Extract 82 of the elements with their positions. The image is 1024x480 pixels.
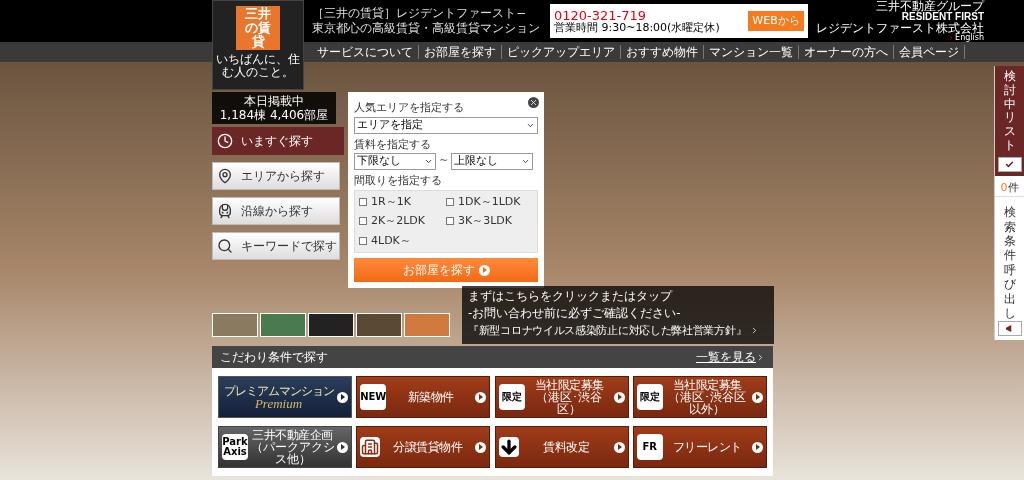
logo: 三井の賃貸 いちばんに、住む人のこと。	[212, 0, 304, 90]
search-icon	[217, 238, 233, 254]
play-icon	[751, 441, 763, 453]
thumbnail-photo[interactable]	[212, 313, 258, 337]
category-button[interactable]: FR フリーレント	[632, 426, 767, 468]
field-label: 賃料を指定する	[354, 136, 431, 153]
search-tab[interactable]: キーワードで探す	[212, 232, 340, 260]
search-tab[interactable]: 沿線から探す	[212, 197, 340, 225]
nav-link[interactable]: ピックアップエリア	[502, 45, 621, 59]
category-button[interactable]: 分譲賃貸物件	[356, 426, 491, 468]
nav-link[interactable]: おすすめ物件	[621, 45, 704, 59]
nav-link[interactable]: お部屋を探す	[419, 45, 502, 59]
badge: FR	[636, 434, 663, 460]
thumbnail-photo[interactable]	[404, 313, 450, 337]
category-button[interactable]: 限定 当社限定募集 （港区･渋谷区）	[494, 376, 629, 418]
layout-checkbox[interactable]: 2K～2LDK	[359, 213, 446, 230]
field-label: 間取りを指定する	[354, 173, 442, 189]
chevron-icon	[756, 352, 765, 362]
badge: 限定	[498, 384, 525, 410]
check-button[interactable]	[997, 156, 1022, 172]
play-icon	[337, 441, 348, 453]
play-icon	[475, 391, 487, 403]
category-button[interactable]: 限定 当社限定募集 （港区･渋谷区以外）	[632, 376, 767, 418]
min-rent-select[interactable]: 下限なし	[354, 153, 436, 170]
building-icon	[360, 437, 381, 457]
close-icon[interactable]	[528, 97, 539, 108]
category-button[interactable]: NEW 新築物件	[356, 376, 491, 418]
play-icon	[478, 264, 490, 276]
english-link[interactable]: English	[947, 34, 984, 42]
notice-banner[interactable]: まずはこちらをクリックまたはタップ -お問い合わせ前に必ずご確認ください- 『新型コロナウイルス感染防止に対応した弊社営業方針』	[462, 286, 774, 344]
badge: 限定	[636, 384, 663, 410]
view-all-link[interactable]: 一覧を見る	[696, 348, 765, 366]
nav-link[interactable]: オーナーの方へ	[799, 45, 894, 59]
play-icon	[337, 391, 348, 403]
saved-list-title: 検討中リスト	[1003, 70, 1016, 153]
business-hours: 営業時間 9:30~18:00(水曜定休)	[554, 22, 721, 33]
play-icon	[613, 391, 625, 403]
layout-checkbox[interactable]: 1R～1K	[359, 193, 446, 210]
clock-icon	[217, 133, 233, 149]
field-label: 人気エリアを指定する	[354, 100, 464, 116]
thumbnail-photo[interactable]	[260, 313, 306, 337]
nav-link[interactable]: サービスについて	[312, 45, 419, 59]
badge: Park Axis	[222, 434, 248, 460]
notice-link[interactable]: 『新型コロナウイルス感染防止に対応した弊社営業方針』	[468, 322, 747, 339]
brand-subtitle: レジデントファースト株式会社	[816, 22, 984, 34]
nav-link[interactable]: マンション一覧	[704, 45, 799, 59]
layout-checkbox[interactable]: 1DK～1LDK	[446, 193, 533, 210]
brand-name: RESIDENT FIRST	[901, 12, 984, 22]
megaphone-button[interactable]	[997, 321, 1022, 336]
thumbnail-photo[interactable]	[308, 313, 354, 337]
range-separator: ~	[439, 153, 449, 170]
count-unit: 件	[1007, 179, 1019, 196]
notice-text: -お問い合わせ前に必ずご確認ください-	[468, 305, 682, 322]
megaphone-icon	[1005, 325, 1014, 332]
search-tab[interactable]: いますぐ探す	[212, 127, 344, 155]
train-icon	[217, 203, 233, 219]
tagline: ［三井の賃貸］レジデントファースト−	[312, 6, 528, 21]
pin-icon	[217, 168, 233, 184]
layout-checkbox[interactable]: 4LDK～	[359, 232, 446, 249]
caret-icon	[424, 157, 433, 166]
area-select[interactable]: エリアを指定	[354, 116, 538, 134]
tagline: 東京都心の高級賃貸・高級賃貸マンション	[312, 21, 541, 36]
notice-text: まずはこちらをクリックまたはタップ	[468, 288, 674, 305]
category-button[interactable]: 賃料改定	[494, 426, 629, 468]
brand-group: 三井不動産グループ	[876, 0, 984, 12]
premium-button[interactable]: プレミアムマンション Premium	[218, 376, 352, 418]
thumbnail-photo[interactable]	[356, 313, 402, 337]
saved-count: 0	[1000, 179, 1008, 196]
phone-number: 0120-321-719	[554, 9, 648, 22]
search-tab[interactable]: エリアから探す	[212, 162, 340, 190]
section-title: こだわり条件で探す	[220, 349, 328, 366]
badge: NEW	[360, 384, 387, 410]
play-icon	[475, 441, 487, 453]
layout-checkbox[interactable]: 3K～3LDK	[446, 213, 533, 230]
caret-icon	[521, 157, 531, 166]
check-icon	[1005, 159, 1014, 169]
search-recall-label: 検索条件呼び出し	[1003, 205, 1016, 321]
listing-count: 本日掲載中 1,184棟 4,406部屋	[212, 92, 336, 124]
nav-link[interactable]: 会員ページ	[894, 45, 965, 59]
max-rent-select[interactable]: 上限なし	[451, 153, 534, 170]
play-icon	[751, 391, 763, 403]
play-icon	[613, 441, 625, 453]
